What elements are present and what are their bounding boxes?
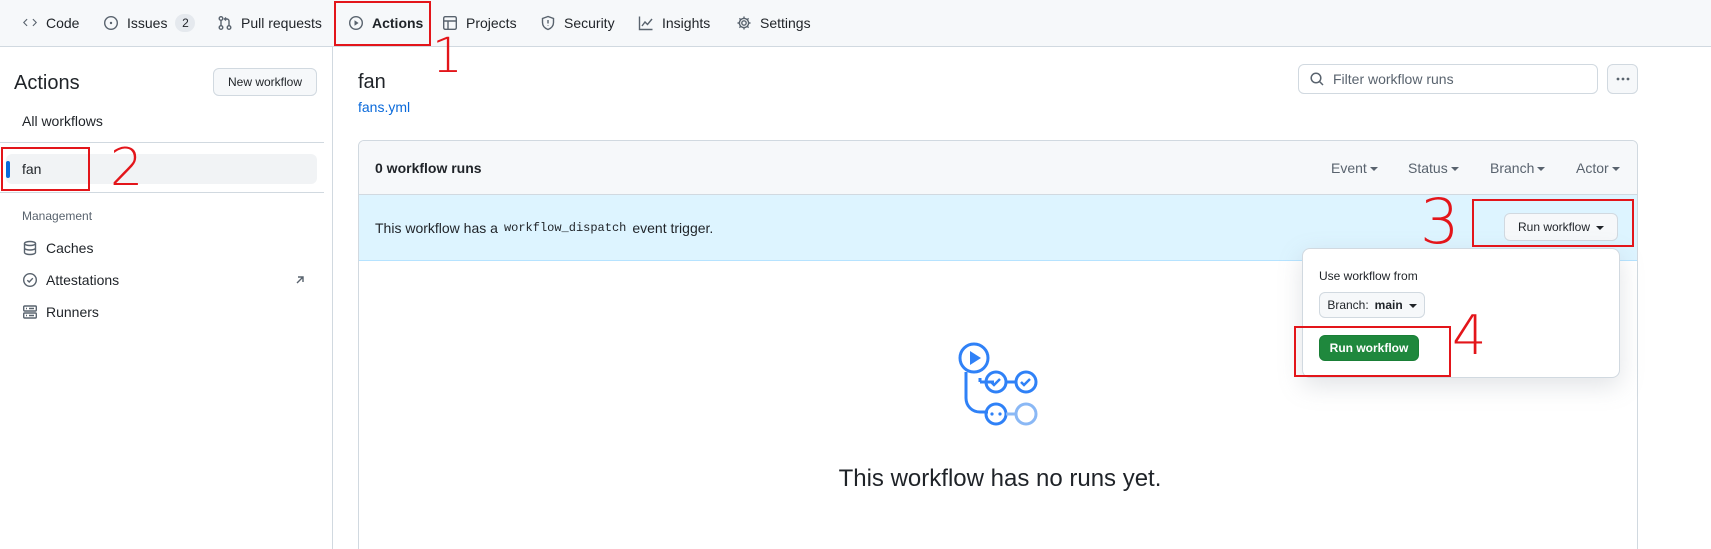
new-workflow-button[interactable]: New workflow xyxy=(213,68,317,96)
gear-icon xyxy=(737,16,751,30)
graph-icon xyxy=(638,16,653,31)
annotation-number-4: 4 xyxy=(1452,304,1487,367)
branch-name: main xyxy=(1374,298,1403,312)
filter-label: Branch xyxy=(1490,160,1535,176)
server-icon xyxy=(23,305,38,319)
sidebar-item-label: Caches xyxy=(46,240,94,256)
workflow-empty-icon xyxy=(958,342,1038,426)
dispatch-message: This workflow has a workflow_dispatch ev… xyxy=(375,220,713,236)
caret-down-icon xyxy=(1369,167,1378,171)
tab-security[interactable]: Security xyxy=(540,0,615,46)
kebab-horizontal-icon xyxy=(1616,77,1629,81)
code-icon xyxy=(23,18,37,27)
tab-settings[interactable]: Settings xyxy=(736,0,811,46)
sidebar-item-label: Runners xyxy=(46,304,99,320)
filter-label: Actor xyxy=(1576,160,1609,176)
management-heading: Management xyxy=(22,209,93,223)
pull-request-icon xyxy=(218,16,232,30)
tab-label: Issues xyxy=(127,15,168,31)
sidebar-divider xyxy=(0,142,324,143)
sidebar-divider xyxy=(0,192,324,193)
status-filter[interactable]: Status xyxy=(1408,160,1459,176)
repo-nav: Code Issues 2 Pull requests Actions Proj… xyxy=(0,0,1711,47)
branch-select[interactable]: Branch: main xyxy=(1319,292,1425,318)
tab-issues[interactable]: Issues 2 xyxy=(103,0,196,46)
filter-input[interactable] xyxy=(1333,71,1583,87)
caret-down-icon xyxy=(1611,167,1620,171)
shield-icon xyxy=(541,15,555,31)
annotation-box-4 xyxy=(1294,326,1451,377)
tab-label: Projects xyxy=(466,15,517,31)
tab-label: Code xyxy=(46,15,80,31)
workflow-title: fan xyxy=(358,71,386,93)
caret-down-icon xyxy=(1450,167,1459,171)
annotation-number-2: 2 xyxy=(110,138,144,198)
tab-pull-requests[interactable]: Pull requests xyxy=(217,0,322,46)
database-icon xyxy=(23,240,37,256)
annotation-number-3: 3 xyxy=(1420,185,1460,258)
caret-down-icon xyxy=(1537,167,1546,171)
filter-workflow-runs[interactable] xyxy=(1298,64,1598,94)
workflow-file-link[interactable]: fans.yml xyxy=(358,99,410,115)
annotation-box-3 xyxy=(1472,199,1634,247)
annotation-box-2 xyxy=(1,147,90,191)
sidebar-item-runners[interactable]: Runners xyxy=(22,304,99,320)
branch-prefix: Branch: xyxy=(1327,298,1369,312)
annotation-box-1 xyxy=(334,1,431,46)
filter-label: Event xyxy=(1331,160,1367,176)
issues-count-badge: 2 xyxy=(175,14,196,32)
dispatch-code: workflow_dispatch xyxy=(503,221,627,235)
sidebar-item-attestations[interactable]: Attestations xyxy=(22,272,308,288)
search-icon xyxy=(1310,72,1324,86)
sidebar-title: Actions xyxy=(14,72,80,94)
caret-down-icon xyxy=(1408,304,1417,308)
tab-label: Pull requests xyxy=(241,15,322,31)
tab-label: Security xyxy=(564,15,615,31)
branch-filter[interactable]: Branch xyxy=(1490,160,1546,176)
runs-count: 0 workflow runs xyxy=(375,160,482,176)
tab-insights[interactable]: Insights xyxy=(638,0,710,46)
tab-label: Settings xyxy=(760,15,811,31)
annotation-number-1: 1 xyxy=(432,28,463,84)
sidebar-item-caches[interactable]: Caches xyxy=(22,240,93,256)
event-filter[interactable]: Event xyxy=(1331,160,1378,176)
tab-code[interactable]: Code xyxy=(22,0,79,46)
filter-label: Status xyxy=(1408,160,1448,176)
use-workflow-label: Use workflow from xyxy=(1319,269,1418,283)
actor-filter[interactable]: Actor xyxy=(1576,160,1620,176)
sidebar-item-label: Attestations xyxy=(46,272,120,288)
issue-icon xyxy=(103,15,119,31)
sidebar-item-all-workflows[interactable]: All workflows xyxy=(22,113,103,129)
tab-label: Insights xyxy=(662,15,711,31)
external-link-icon xyxy=(296,276,304,284)
empty-state-title: This workflow has no runs yet. xyxy=(838,465,1162,492)
verified-icon xyxy=(22,272,38,288)
dispatch-suffix: event trigger. xyxy=(632,220,714,236)
dispatch-prefix: This workflow has a xyxy=(375,220,498,236)
more-options-button[interactable] xyxy=(1607,64,1638,94)
